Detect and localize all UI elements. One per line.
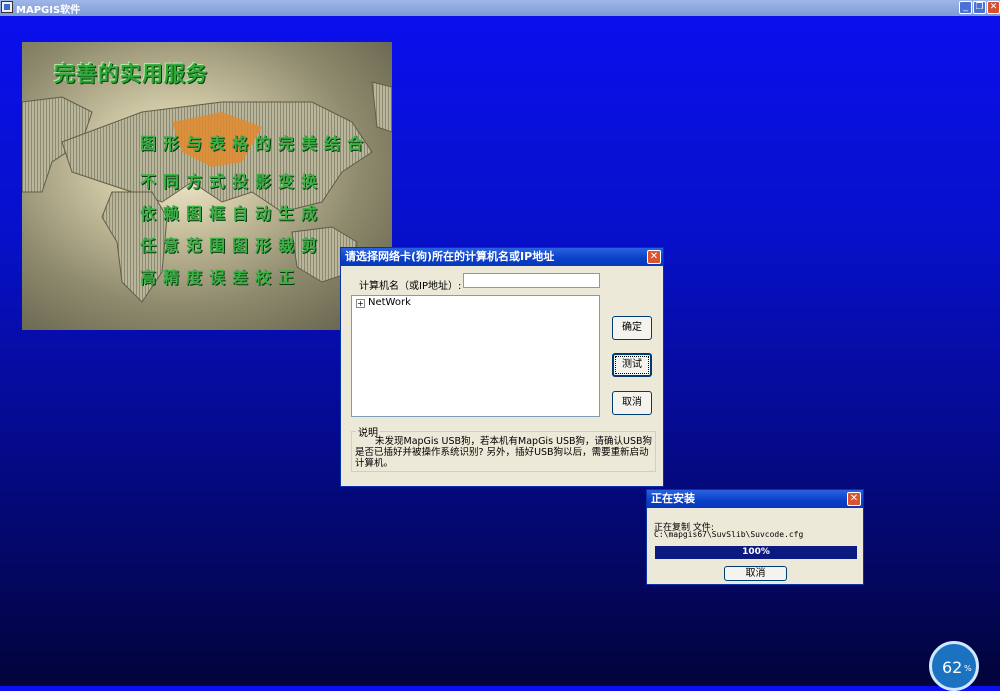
cancel-button[interactable]: 取消 xyxy=(612,391,652,415)
progress-badge[interactable]: 62 % xyxy=(929,641,979,691)
splash-image: 完善的实用服务 图形与表格的完美结合 不同方式投影变换 依赖图框自动生成 任意范… xyxy=(22,42,392,330)
badge-unit: % xyxy=(964,664,972,673)
expand-icon[interactable]: + xyxy=(356,299,365,308)
computer-name-input[interactable] xyxy=(463,273,600,288)
dialog-caption: 请选择网络卡(狗)所在的计算机名或IP地址 ✕ xyxy=(341,248,663,266)
splash-line: 不同方式投影变换 xyxy=(140,172,325,191)
dialog-close-button[interactable]: ✕ xyxy=(647,250,661,264)
app-title-bar: MAPGIS软件 _ ❐ ✕ xyxy=(0,0,1000,16)
splash-line: 图形与表格的完美结合 xyxy=(140,134,371,153)
restore-button[interactable]: ❐ xyxy=(973,1,986,14)
file-path: C:\mapgis67\SuvSlib\Suvcode.cfg xyxy=(654,530,804,539)
close-button[interactable]: ✕ xyxy=(987,1,1000,14)
splash-heading: 完善的实用服务 xyxy=(54,61,208,86)
minimize-button[interactable]: _ xyxy=(959,1,972,14)
dialog-close-button[interactable]: ✕ xyxy=(847,492,861,506)
splash-line: 任意范围图形裁剪 xyxy=(140,236,325,255)
dialog-title: 请选择网络卡(狗)所在的计算机名或IP地址 xyxy=(345,250,555,263)
app-icon[interactable] xyxy=(1,1,13,13)
progress-bar: 100% xyxy=(655,546,857,559)
ok-button[interactable]: 确定 xyxy=(612,316,652,340)
splash-line: 依赖图框自动生成 xyxy=(140,204,325,223)
dialog-title: 正在安装 xyxy=(651,492,695,505)
app-title: MAPGIS软件 xyxy=(16,5,81,16)
description-text: 未发现MapGis USB狗，若本机有MapGis USB狗，请确认USB狗是否… xyxy=(355,436,653,469)
install-cancel-button[interactable]: 取消 xyxy=(724,566,787,581)
installing-dialog: 正在安装 ✕ 正在复制 文件: C:\mapgis67\SuvSlib\Suvc… xyxy=(646,489,864,585)
splash-line: 高精度误差校正 xyxy=(140,268,302,287)
network-dongle-dialog: 请选择网络卡(狗)所在的计算机名或IP地址 ✕ 计算机名（或IP地址）: + N… xyxy=(340,247,664,487)
computer-name-label: 计算机名（或IP地址）: xyxy=(359,281,462,292)
dialog-caption: 正在安装 ✕ xyxy=(647,490,863,508)
tree-node-network[interactable]: NetWork xyxy=(368,297,411,308)
test-button[interactable]: 测试 xyxy=(612,353,652,377)
badge-value: 62 xyxy=(942,658,963,677)
network-tree[interactable]: + NetWork xyxy=(351,295,600,417)
